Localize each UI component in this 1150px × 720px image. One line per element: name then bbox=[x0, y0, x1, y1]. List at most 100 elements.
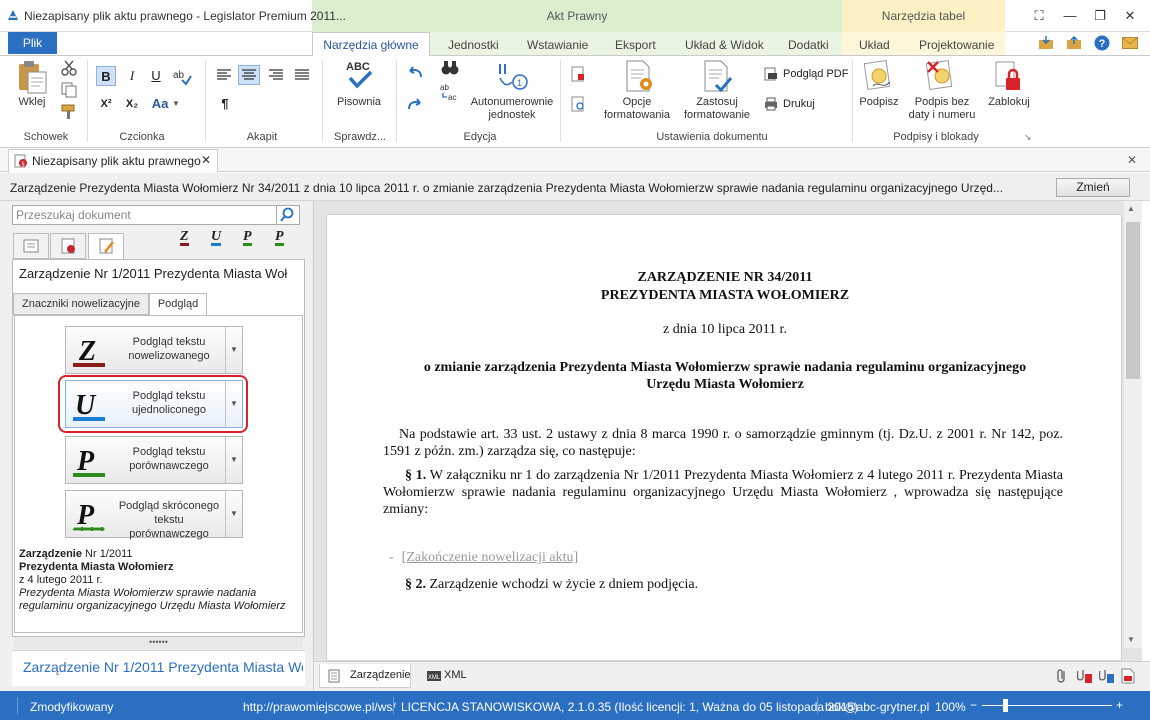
paste-button[interactable]: Wklej bbox=[14, 96, 50, 109]
tab-dodatki[interactable]: Dodatki bbox=[788, 38, 829, 52]
autonumbering-button[interactable]: Autonumerownie jednostek bbox=[470, 96, 554, 122]
underline-button[interactable]: U bbox=[146, 66, 166, 86]
align-center-button[interactable] bbox=[238, 65, 260, 85]
cut-icon[interactable] bbox=[60, 60, 78, 76]
replace-icon[interactable]: abac bbox=[440, 82, 462, 102]
print-button[interactable]: Drukuj bbox=[783, 98, 815, 110]
restore-button[interactable]: ❐ bbox=[1090, 6, 1110, 26]
bold-button[interactable]: B bbox=[96, 66, 116, 86]
format-options-button[interactable]: Opcje formatowania bbox=[598, 96, 676, 122]
document-page[interactable]: ZARZĄDZENIE NR 34/2011 PREZYDENTA MIASTA… bbox=[326, 214, 1122, 661]
spellcheck-abc-icon[interactable]: ab bbox=[172, 66, 192, 86]
copy-icon[interactable] bbox=[60, 82, 78, 98]
preview-amended-button[interactable]: Z Podgląd tekstu nowelizowanego ▼ bbox=[65, 326, 243, 374]
tab-narzedzia-glowne[interactable]: Narzędzia główne bbox=[312, 32, 430, 57]
tab-plik[interactable]: Plik bbox=[8, 32, 57, 54]
change-case-button[interactable]: Aa bbox=[146, 94, 174, 114]
chevron-down-icon[interactable]: ▼ bbox=[172, 99, 180, 108]
zoom-in-icon[interactable]: + bbox=[1116, 698, 1125, 713]
close-button[interactable]: ✕ bbox=[1120, 6, 1140, 26]
fullscreen-icon[interactable]: ⛶ bbox=[1029, 6, 1049, 26]
zoom-slider-track[interactable] bbox=[982, 705, 1112, 706]
sign-no-date-button[interactable]: Podpis bez daty i numeru bbox=[904, 96, 980, 122]
doc-par1-num: § 1. bbox=[405, 468, 427, 483]
export-icon[interactable] bbox=[1066, 36, 1082, 50]
tab-eksport[interactable]: Eksport bbox=[615, 38, 656, 52]
view-z-icon[interactable]: Z bbox=[180, 230, 189, 246]
change-button[interactable]: Zmień bbox=[1056, 178, 1130, 197]
scroll-up-icon[interactable]: ▲ bbox=[1127, 204, 1135, 213]
sign-button[interactable]: Podpisz bbox=[856, 96, 902, 109]
doc-date: z dnia 10 lipca 2011 r. bbox=[663, 322, 787, 337]
tab-uklad-widok[interactable]: Układ & Widok bbox=[685, 38, 764, 52]
preview-comparative-label-2: porównawczego bbox=[129, 460, 209, 472]
dialog-launcher-icon[interactable]: ↘ bbox=[1024, 132, 1032, 143]
search-button[interactable] bbox=[277, 205, 300, 225]
autonumbering-label-1: Autonumerownie bbox=[470, 96, 554, 108]
tab-uklad[interactable]: Układ bbox=[859, 38, 890, 52]
amendment-markers-icon bbox=[99, 238, 114, 254]
search-input[interactable]: Przeszukaj dokument bbox=[12, 205, 277, 225]
attachment-icon[interactable] bbox=[1055, 668, 1069, 684]
subscript-button[interactable]: X₂ bbox=[122, 94, 142, 114]
minimize-button[interactable]: — bbox=[1060, 6, 1080, 26]
scroll-down-icon[interactable]: ▼ bbox=[1127, 635, 1135, 644]
undo-icon[interactable] bbox=[406, 64, 424, 80]
pilcrow-button[interactable]: ¶ bbox=[215, 94, 235, 114]
chevron-down-icon[interactable]: ▼ bbox=[226, 327, 242, 373]
lock-button[interactable]: Zablokuj bbox=[984, 96, 1034, 109]
tab-projektowanie[interactable]: Projektowanie bbox=[919, 38, 994, 52]
align-left-icon[interactable] bbox=[216, 68, 232, 82]
pdf-file-icon[interactable] bbox=[1121, 668, 1135, 684]
superscript-button[interactable]: X² bbox=[96, 94, 116, 114]
italic-button[interactable]: I bbox=[122, 66, 142, 86]
attachment-red-icon[interactable] bbox=[1077, 668, 1093, 684]
document-settings-icon[interactable] bbox=[570, 66, 586, 82]
doc-basis: Na podstawie art. 33 ust. 2 ustawy z dni… bbox=[383, 427, 1063, 459]
subtab-amendment-markers[interactable]: Znaczniki nowelizacyjne bbox=[13, 293, 149, 315]
status-email[interactable]: bok@abc-grytner.pl bbox=[825, 700, 929, 714]
preview-comparative-button[interactable]: P Podgląd tekstu porównawczego ▼ bbox=[65, 436, 243, 484]
view-p-icon[interactable]: P bbox=[243, 230, 252, 246]
svg-text:ABC: ABC bbox=[346, 61, 370, 73]
scrollbar-thumb[interactable] bbox=[1126, 222, 1140, 379]
help-icon[interactable]: ? bbox=[1094, 35, 1110, 51]
sign-icon bbox=[864, 60, 891, 90]
view-p-short-icon[interactable]: P bbox=[275, 230, 284, 246]
redo-icon[interactable] bbox=[406, 96, 424, 112]
zoom-out-icon[interactable]: − bbox=[970, 698, 979, 713]
view-u-icon[interactable]: U bbox=[211, 230, 222, 246]
preview-short-comparative-button[interactable]: P Podgląd skróconego tekstu porównawczego… bbox=[65, 490, 243, 540]
find-icon[interactable] bbox=[440, 58, 460, 78]
preview-amended-main[interactable]: Z Podgląd tekstu nowelizowanego bbox=[66, 327, 226, 373]
format-painter-icon[interactable] bbox=[60, 104, 78, 120]
bottom-tab-xml[interactable]: XML bbox=[414, 664, 474, 688]
subtab-preview[interactable]: Podgląd bbox=[149, 293, 207, 316]
zoom-slider-thumb[interactable] bbox=[1003, 699, 1008, 712]
preview-short-comparative-main[interactable]: P Podgląd skróconego tekstu porównawczego bbox=[66, 491, 226, 540]
left-tab-document[interactable] bbox=[50, 233, 86, 259]
apply-format-button[interactable]: Zastosuj formatowanie bbox=[678, 96, 756, 122]
chevron-down-icon[interactable]: ▼ bbox=[226, 491, 242, 537]
import-icon[interactable] bbox=[1038, 36, 1054, 50]
act-link[interactable]: Zarządzenie Nr 1/2011 Prezydenta Miasta … bbox=[23, 659, 303, 675]
left-tab-structure[interactable] bbox=[13, 233, 49, 259]
pdf-preview-button[interactable]: Podgląd PDF bbox=[783, 68, 848, 80]
attachment-blue-icon[interactable] bbox=[1099, 668, 1115, 684]
chevron-down-icon[interactable]: ▼ bbox=[226, 437, 242, 483]
align-justify-icon[interactable] bbox=[294, 68, 310, 82]
tab-wstawianie[interactable]: Wstawianie bbox=[527, 38, 588, 52]
left-tab-amendments[interactable] bbox=[88, 233, 124, 261]
resize-grip[interactable]: •••••• bbox=[14, 637, 303, 649]
align-right-icon[interactable] bbox=[268, 68, 284, 82]
mail-icon[interactable] bbox=[1122, 37, 1138, 49]
status-url[interactable]: http://prawomiejscowe.pl/ws/ bbox=[243, 700, 396, 714]
tab-jednostki[interactable]: Jednostki bbox=[448, 38, 499, 52]
format-options-label-1: Opcje bbox=[622, 96, 652, 108]
close-all-tabs-icon[interactable]: ✕ bbox=[1127, 153, 1137, 167]
preview-comparative-main[interactable]: P Podgląd tekstu porównawczego bbox=[66, 437, 226, 483]
spelling-button[interactable]: Pisownia bbox=[334, 96, 384, 109]
close-tab-icon[interactable]: ✕ bbox=[201, 153, 211, 167]
autonumbering-label-2: jednostek bbox=[488, 109, 536, 121]
document-preview-icon[interactable] bbox=[570, 96, 586, 112]
